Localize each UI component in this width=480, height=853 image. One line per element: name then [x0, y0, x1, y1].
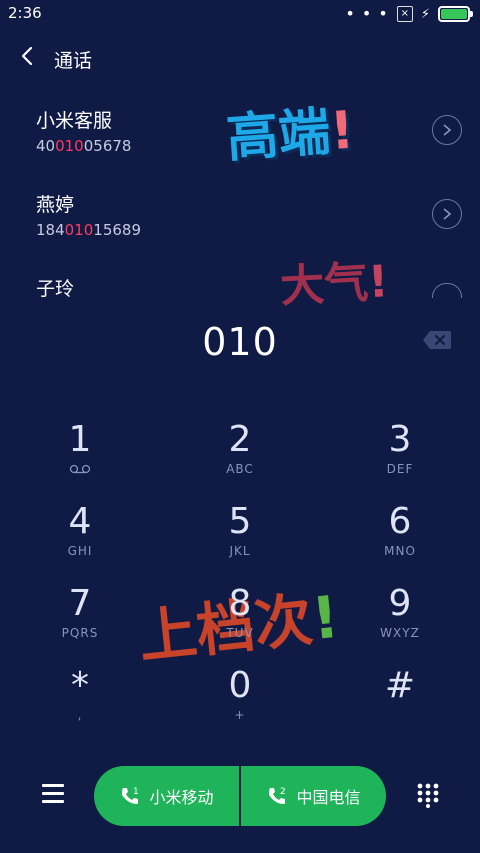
page-title: 通话: [54, 50, 93, 72]
phone-sim2-icon: 2: [269, 787, 286, 804]
key-8[interactable]: 8 TUV: [180, 584, 300, 641]
contact-detail-button[interactable]: [432, 199, 462, 229]
call-button-group: 1 小米移动 2 中国电信: [94, 766, 386, 826]
voicemail-icon: [69, 464, 91, 474]
back-arrow-icon[interactable]: [16, 44, 40, 68]
contact-item[interactable]: 子玲: [36, 274, 456, 301]
contact-detail-button[interactable]: [432, 115, 462, 145]
svg-text:1: 1: [133, 787, 139, 797]
backspace-icon[interactable]: [422, 330, 452, 350]
clock: 2:36: [8, 4, 42, 22]
contact-name: 子玲: [36, 278, 75, 300]
call-sim2-label: 中国电信: [296, 788, 361, 807]
key-hash[interactable]: #: [340, 666, 460, 706]
key-2[interactable]: 2 ABC: [180, 420, 300, 477]
key-7[interactable]: 7 PQRS: [20, 584, 140, 641]
charging-icon: ⚡: [420, 6, 430, 22]
key-4[interactable]: 4 GHI: [20, 502, 140, 559]
contact-name: 燕婷: [36, 194, 75, 216]
bottom-bar: 1 小米移动 2 中国电信: [0, 766, 480, 826]
key-5[interactable]: 5 JKL: [180, 502, 300, 559]
key-6[interactable]: 6 MNO: [340, 502, 460, 559]
sticker-high-end: 高端!: [224, 100, 357, 170]
key-1[interactable]: 1: [20, 420, 140, 479]
chevron-right-icon: [443, 124, 452, 136]
key-star[interactable]: *,: [20, 666, 140, 723]
contact-item[interactable]: 燕婷 18401015689: [36, 190, 456, 239]
call-sim1-button[interactable]: 1 小米移动: [94, 766, 239, 826]
sim-x-icon: ×: [396, 6, 413, 22]
status-icons: • • • × ⚡: [345, 4, 473, 23]
key-3[interactable]: 3 DEF: [340, 420, 460, 477]
phone-sim1-icon: 1: [122, 787, 139, 804]
header: 通话: [0, 36, 480, 80]
battery-icon: [438, 6, 473, 22]
sticker-grand: 大气!: [278, 256, 390, 313]
status-bar: 2:36 • • • × ⚡: [0, 0, 480, 28]
dialpad-icon[interactable]: [416, 782, 440, 808]
contact-detail-button[interactable]: [432, 283, 462, 298]
contact-number: 18401015689: [36, 221, 141, 239]
key-9[interactable]: 9 WXYZ: [340, 584, 460, 641]
call-sim1-label: 小米移动: [149, 788, 214, 807]
call-sim2-button[interactable]: 2 中国电信: [241, 766, 386, 826]
chevron-right-icon: [443, 208, 452, 220]
svg-text:2: 2: [280, 787, 286, 797]
key-0[interactable]: 0 +: [180, 666, 300, 723]
menu-icon[interactable]: [42, 784, 64, 804]
more-dots-icon: • • •: [345, 4, 389, 23]
dialed-number: 010: [202, 320, 278, 364]
